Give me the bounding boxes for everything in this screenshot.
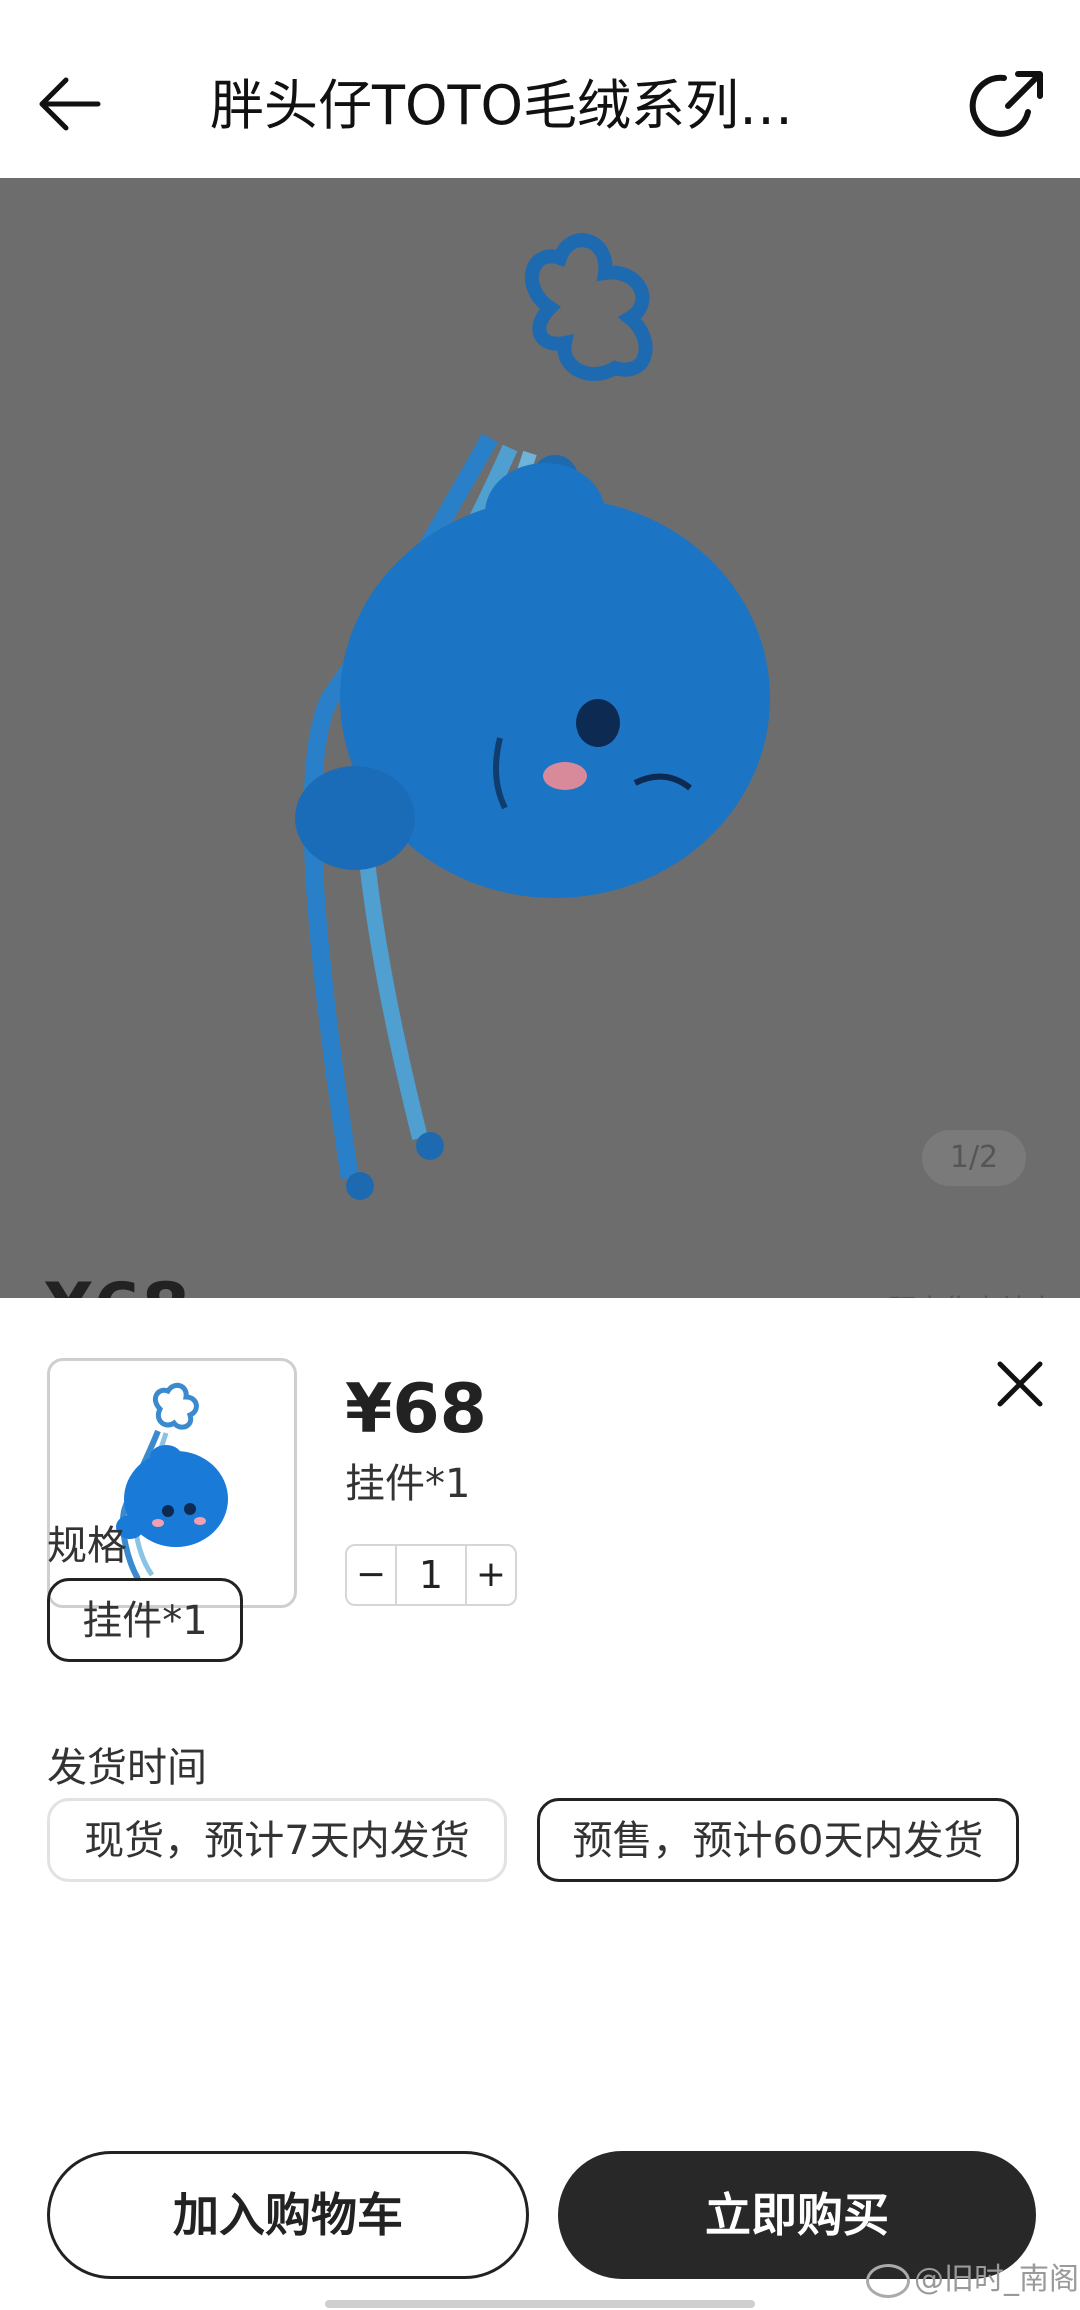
image-page-indicator: 1/2 bbox=[922, 1130, 1026, 1186]
share-icon[interactable] bbox=[968, 62, 1052, 146]
top-bar: 胖头仔TOTO毛绒系列… bbox=[0, 0, 1080, 178]
decrease-quantity-button[interactable]: − bbox=[347, 1546, 395, 1604]
plush-keychain-image bbox=[295, 233, 770, 1200]
watermark-text: @旧时_南阁 bbox=[866, 2260, 1079, 2300]
spec-section-label: 规格 bbox=[47, 1523, 127, 1569]
selected-spec-summary: 挂件*1 bbox=[345, 1461, 471, 1507]
purchase-options-sheet: ¥68 挂件*1 − 1 + 规格 挂件*1 发货时间 现货，预计7天内发货 预… bbox=[0, 1298, 1080, 2310]
shipping-option-presale[interactable]: 预售，预计60天内发货 bbox=[537, 1798, 1019, 1882]
close-icon[interactable] bbox=[990, 1354, 1050, 1414]
increase-quantity-button[interactable]: + bbox=[467, 1546, 515, 1604]
page-title: 胖头仔TOTO毛绒系列… bbox=[210, 74, 793, 137]
quantity-value[interactable]: 1 bbox=[395, 1546, 467, 1604]
weibo-icon bbox=[866, 2263, 910, 2298]
product-image-gallery[interactable]: 1/2 ¥68 距离集卖结束 bbox=[0, 178, 1080, 1298]
selected-price: ¥68 bbox=[345, 1370, 487, 1449]
spec-option-pendant[interactable]: 挂件*1 bbox=[47, 1578, 243, 1662]
shipping-option-in-stock[interactable]: 现货，预计7天内发货 bbox=[47, 1798, 507, 1882]
add-to-cart-button[interactable]: 加入购物车 bbox=[47, 2151, 529, 2279]
home-indicator bbox=[325, 2300, 755, 2308]
quantity-stepper: − 1 + bbox=[345, 1544, 517, 1606]
back-arrow-icon[interactable] bbox=[30, 62, 114, 146]
background-price: ¥68 bbox=[44, 1268, 190, 1298]
countdown-label: 距离集卖结束 bbox=[888, 1288, 1056, 1298]
shipping-section-label: 发货时间 bbox=[47, 1745, 207, 1791]
